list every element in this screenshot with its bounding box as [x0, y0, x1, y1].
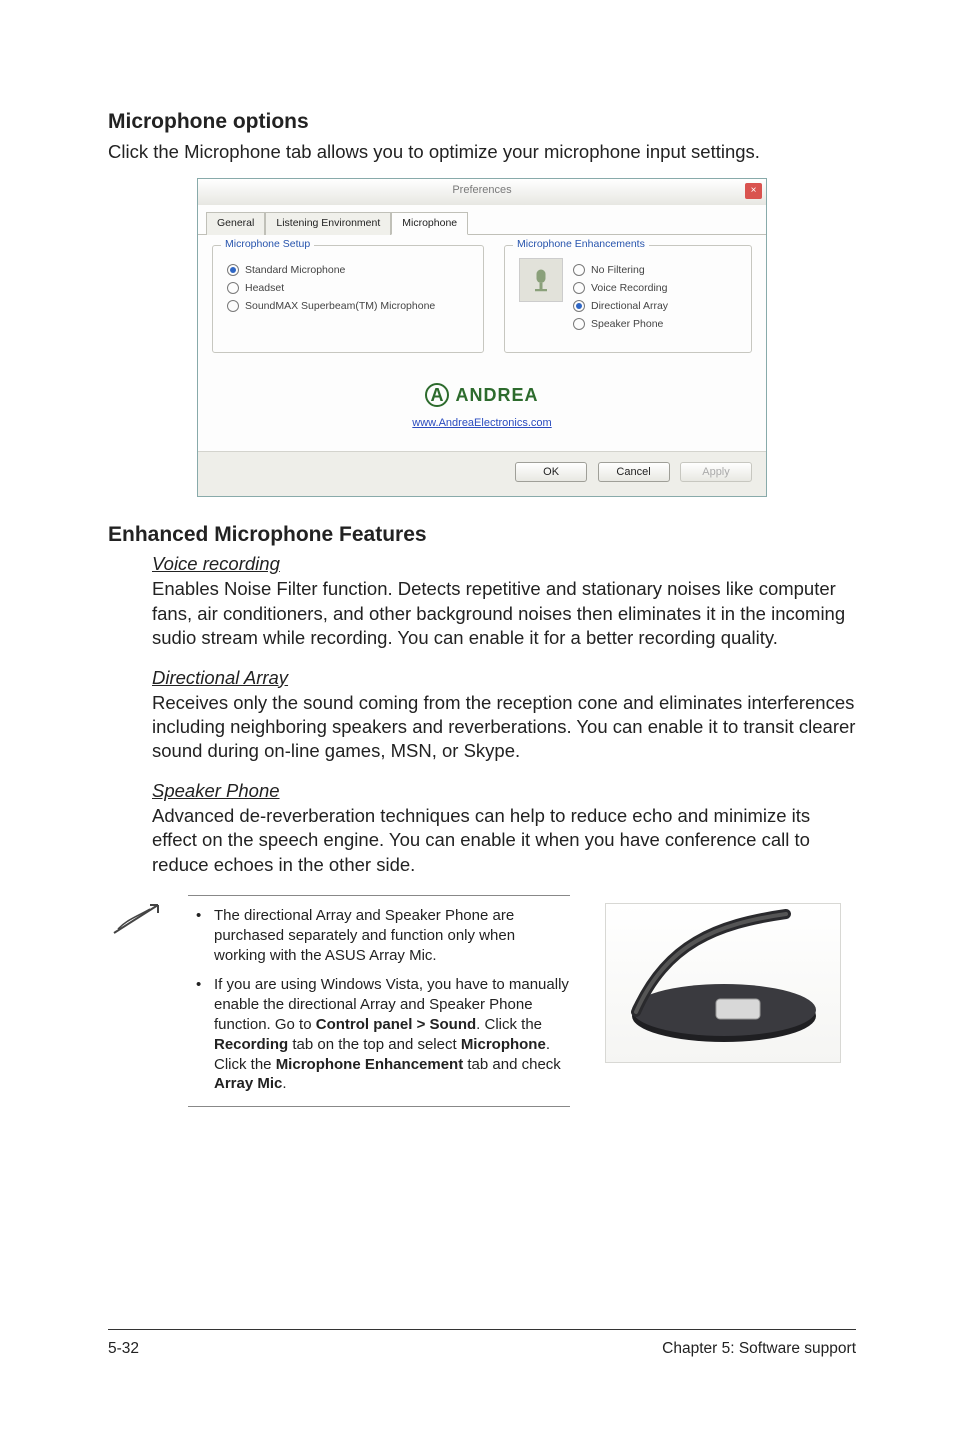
- andrea-badge-icon: A: [425, 383, 449, 407]
- radio-headset[interactable]: Headset: [227, 282, 469, 294]
- group-mic-setup: Microphone Setup Standard Microphone Hea…: [212, 245, 484, 353]
- subhead-spk: Speaker Phone: [152, 780, 856, 802]
- preferences-dialog: Preferences × General Listening Environm…: [197, 178, 767, 497]
- note-block: The directional Array and Speaker Phone …: [108, 895, 856, 1107]
- section-title-enhanced: Enhanced Microphone Features: [108, 523, 856, 547]
- tab-general[interactable]: General: [206, 212, 265, 235]
- radio-label: Speaker Phone: [591, 318, 663, 330]
- radio-label: No Filtering: [591, 264, 645, 276]
- group-mic-enhancements: Microphone Enhancements No Filtering: [504, 245, 752, 353]
- mic-thumb-icon: [519, 258, 563, 302]
- andrea-link[interactable]: www.AndreaElectronics.com: [198, 417, 766, 429]
- group-legend: Microphone Enhancements: [513, 238, 649, 250]
- subhead-dir: Directional Array: [152, 667, 856, 689]
- page-number: 5-32: [108, 1340, 139, 1358]
- apply-button[interactable]: Apply: [680, 462, 752, 482]
- note-item-2: If you are using Windows Vista, you have…: [188, 975, 570, 1094]
- radio-speaker-phone[interactable]: Speaker Phone: [573, 318, 668, 330]
- dialog-buttons: OK Cancel Apply: [198, 451, 766, 496]
- body-spk: Advanced de-reverberation techniques can…: [152, 804, 856, 877]
- cancel-button[interactable]: Cancel: [598, 462, 670, 482]
- tab-listening[interactable]: Listening Environment: [265, 212, 391, 235]
- andrea-branding: A ANDREA www.AndreaElectronics.com: [198, 365, 766, 451]
- note-item-1: The directional Array and Speaker Phone …: [188, 906, 570, 965]
- note-icon: [108, 895, 168, 944]
- body-dir: Receives only the sound coming from the …: [152, 691, 856, 764]
- dialog-titlebar: Preferences ×: [198, 179, 766, 205]
- radio-label: Directional Array: [591, 300, 668, 312]
- group-legend: Microphone Setup: [221, 238, 314, 250]
- radio-soundmax[interactable]: SoundMAX Superbeam(TM) Microphone: [227, 300, 469, 312]
- radio-voice-recording[interactable]: Voice Recording: [573, 282, 668, 294]
- radio-label: Voice Recording: [591, 282, 667, 294]
- ok-button[interactable]: OK: [515, 462, 587, 482]
- chapter-label: Chapter 5: Software support: [662, 1340, 856, 1358]
- radio-label: SoundMAX Superbeam(TM) Microphone: [245, 300, 435, 312]
- andrea-logo-text: ANDREA: [455, 385, 538, 406]
- tab-microphone[interactable]: Microphone: [391, 212, 468, 235]
- radio-no-filtering[interactable]: No Filtering: [573, 264, 668, 276]
- section-title-mic-options: Microphone options: [108, 110, 856, 134]
- close-icon[interactable]: ×: [745, 183, 762, 199]
- array-mic-image: [605, 903, 841, 1063]
- radio-label: Headset: [245, 282, 284, 294]
- radio-standard-mic[interactable]: Standard Microphone: [227, 264, 469, 276]
- body-voice: Enables Noise Filter function. Detects r…: [152, 577, 856, 650]
- page-footer: 5-32 Chapter 5: Software support: [108, 1329, 856, 1358]
- tabs-row: General Listening Environment Microphone: [198, 205, 766, 235]
- subhead-voice: Voice recording: [152, 553, 856, 575]
- radio-label: Standard Microphone: [245, 264, 345, 276]
- section-text: Click the Microphone tab allows you to o…: [108, 140, 856, 164]
- dialog-title: Preferences: [452, 184, 511, 196]
- radio-directional-array[interactable]: Directional Array: [573, 300, 668, 312]
